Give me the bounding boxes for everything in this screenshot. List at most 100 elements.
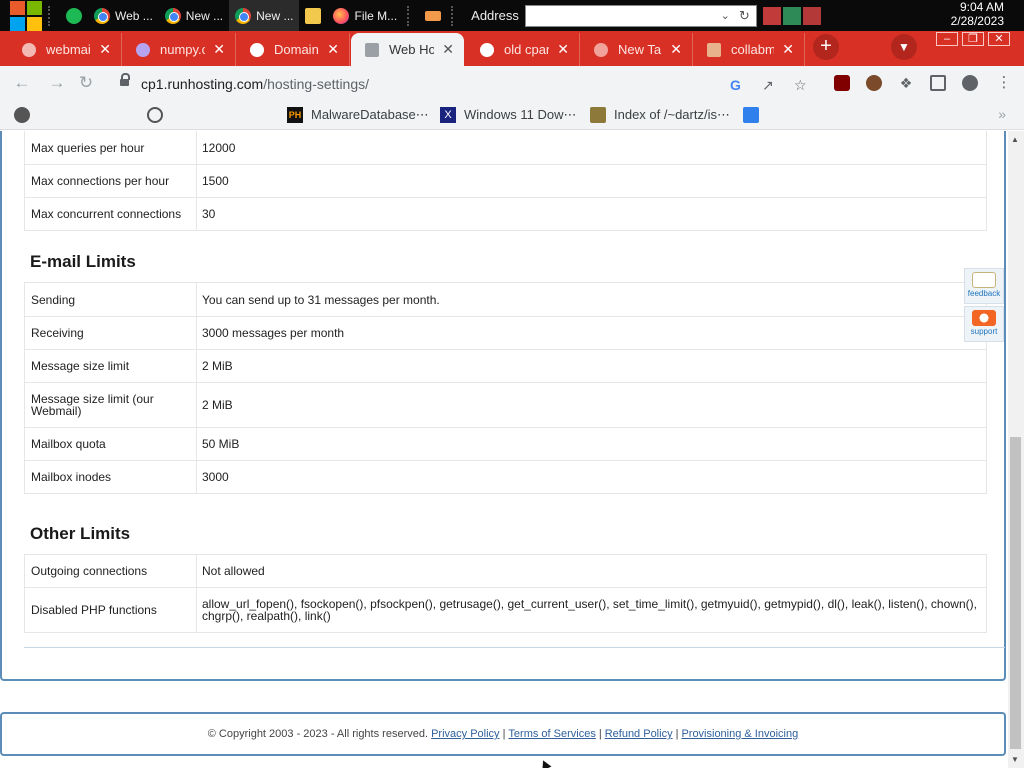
close-window-button[interactable]: ✕ [988, 32, 1010, 46]
menu-dots-icon[interactable]: ⋮ [996, 75, 1012, 91]
tab-webmail[interactable]: webmail ✕ [8, 33, 122, 66]
browser-tab-strip: webmail ✕ numpy.c ✕ Domain i ✕ Web Ho ✕ … [0, 31, 1024, 66]
page-scrollbar[interactable]: ▲ ▼ [1008, 131, 1024, 768]
url-host: cp1.runhosting.com [141, 76, 264, 92]
puzzle-icon[interactable]: ❖ [898, 75, 914, 91]
scrollbar-thumb[interactable] [1010, 437, 1021, 749]
extension-avatar-icon[interactable] [866, 75, 882, 91]
footer-separator: | [502, 728, 506, 740]
tab-numpy[interactable]: numpy.c ✕ [122, 33, 236, 66]
taskbar-app-chrome-3[interactable]: New ... [229, 0, 300, 31]
close-icon[interactable]: ✕ [442, 41, 454, 58]
taskbar-app-label: File M... [354, 8, 398, 23]
table-row: Max concurrent connections 30 [24, 197, 987, 231]
close-icon[interactable]: ✕ [327, 41, 339, 58]
limit-label: Mailbox inodes [24, 460, 197, 494]
taskbar-clock[interactable]: 9:04 AM 2/28/2023 [951, 0, 1004, 28]
tab-old-cpanel[interactable]: old cpar ✕ [466, 33, 580, 66]
taskbar-app-chrome-2[interactable]: New ... [159, 0, 229, 31]
tab-title: collabma [731, 42, 775, 57]
limit-label: Outgoing connections [24, 554, 197, 588]
feedback-widget[interactable]: feedback [964, 268, 1004, 304]
tray-app-icon[interactable] [802, 6, 821, 25]
side-panel-icon[interactable] [930, 75, 946, 91]
tab-collabma[interactable]: collabma ✕ [693, 33, 805, 66]
clock-time: 9:04 AM [959, 0, 1004, 14]
taskbar-app-firefox[interactable]: File M... [327, 0, 403, 31]
tray-app-icon[interactable] [782, 6, 801, 25]
terms-of-services-link[interactable]: Terms of Services [508, 728, 595, 740]
tab-title: Web Ho [389, 42, 435, 57]
feedback-icon [972, 272, 996, 288]
close-icon[interactable]: ✕ [782, 41, 794, 58]
taskbar-app-spotify[interactable] [60, 0, 88, 31]
bookmark-item[interactable] [743, 107, 767, 123]
folder-favicon [590, 107, 606, 123]
tab-web-hosting[interactable]: Web Ho ✕ [351, 33, 464, 66]
refresh-icon[interactable]: ↻ [739, 8, 750, 24]
taskbar-app-explorer[interactable] [299, 0, 327, 31]
bookmark-item[interactable]: X Windows 11 Dow⋯ [440, 107, 576, 123]
minimize-button[interactable]: – [936, 32, 958, 46]
provisioning-invoicing-link[interactable]: Provisioning & Invoicing [681, 728, 798, 740]
table-row: Mailbox inodes 3000 [24, 460, 987, 494]
share-icon[interactable]: ↗ [762, 77, 774, 94]
scroll-up-arrow-icon[interactable]: ▲ [1011, 135, 1019, 144]
close-icon[interactable]: ✕ [557, 41, 569, 58]
tab-new-tab[interactable]: New Tab ✕ [580, 33, 693, 66]
address-toolbar-input[interactable]: ⌄ ↻ [524, 4, 757, 27]
chevron-down-icon[interactable]: ⌄ [721, 9, 730, 22]
url-text[interactable]: cp1.runhosting.com/hosting-settings/ [141, 76, 369, 92]
close-icon[interactable]: ✕ [670, 41, 682, 58]
bookmarks-overflow-icon[interactable]: » [998, 106, 1006, 122]
privacy-policy-link[interactable]: Privacy Policy [431, 728, 499, 740]
feedback-label: feedback [967, 289, 1001, 298]
reload-button[interactable]: ↻ [76, 73, 96, 93]
bookmark-item[interactable]: Index of /~dartz/is⋯ [590, 107, 730, 123]
table-row: Receiving 3000 messages per month [24, 316, 987, 350]
close-icon[interactable]: ✕ [99, 41, 111, 58]
windows-taskbar: Web ... New ... New ... File M... Addres… [0, 0, 1024, 31]
limit-value: 12000 [196, 131, 987, 165]
google-lens-icon[interactable]: G [730, 77, 741, 93]
limit-label: Sending [24, 282, 197, 317]
bookmark-label: Windows 11 Dow⋯ [464, 107, 577, 122]
tray-app-icon[interactable] [762, 6, 781, 25]
bookmark-item[interactable] [147, 107, 171, 123]
ublock-icon[interactable] [834, 75, 850, 91]
page-viewport: Max queries per hour 12000 Max connectio… [0, 131, 1008, 768]
close-icon[interactable]: ✕ [213, 41, 225, 58]
bookmark-item[interactable] [14, 107, 38, 123]
scroll-down-arrow-icon[interactable]: ▼ [1011, 755, 1019, 764]
x-favicon: X [440, 107, 456, 123]
new-tab-button[interactable]: + [813, 34, 839, 60]
chrome-icon [164, 7, 181, 24]
address-bar[interactable]: cp1.runhosting.com/hosting-settings/ G ↗… [108, 71, 848, 97]
table-row: Message size limit (our Webmail) 2 MiB [24, 382, 987, 428]
back-button[interactable]: ← [12, 73, 32, 93]
limit-label: Message size limit [24, 349, 197, 383]
tab-title: old cpar [504, 42, 550, 57]
limit-value: 30 [196, 197, 987, 231]
taskbar-app-chrome-1[interactable]: Web ... [88, 0, 159, 31]
lock-icon[interactable] [120, 73, 130, 88]
forward-button[interactable]: → [47, 73, 67, 93]
database-limits-table: Max queries per hour 12000 Max connectio… [24, 131, 987, 231]
bookmark-item[interactable]: PH MalwareDatabase⋯ [287, 107, 429, 123]
support-widget[interactable]: support [964, 306, 1004, 342]
profile-icon[interactable] [962, 75, 978, 91]
tab-domain[interactable]: Domain i ✕ [236, 33, 350, 66]
copyright-text: © Copyright 2003 - 2023 - All rights res… [207, 728, 429, 740]
taskbar-grip [407, 5, 415, 26]
support-label: support [970, 327, 998, 336]
globe-icon [147, 107, 163, 123]
refund-policy-link[interactable]: Refund Policy [605, 728, 673, 740]
star-icon[interactable]: ☆ [794, 77, 807, 94]
start-button[interactable] [0, 0, 44, 31]
maximize-button[interactable]: ❐ [962, 32, 984, 46]
tab-search-button[interactable]: ▼ [891, 34, 917, 60]
taskbar-app-keyboard[interactable] [419, 0, 447, 31]
bookmark-favicon [14, 107, 30, 123]
table-row: Outgoing connections Not allowed [24, 554, 987, 588]
webmail-favicon [22, 42, 36, 57]
